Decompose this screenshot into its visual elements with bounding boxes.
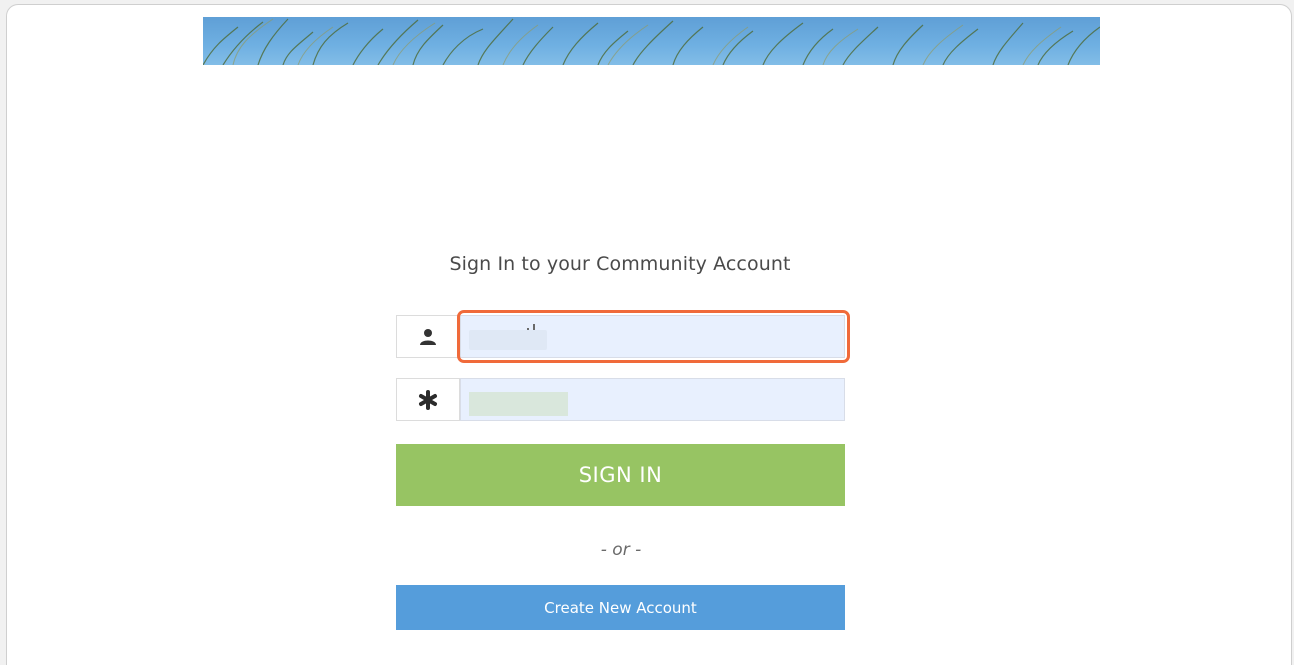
header-banner-image [203, 17, 1100, 65]
password-field[interactable] [460, 378, 845, 421]
or-divider-text: - or - [600, 540, 642, 560]
asterisk-icon [396, 378, 460, 421]
page-title: Sign In to your Community Account [449, 253, 791, 275]
create-account-button[interactable]: Create New Account [396, 585, 845, 630]
username-field[interactable] [460, 315, 845, 358]
browser-frame: Sign In to your Community Account SIGN I… [6, 4, 1292, 665]
password-input[interactable] [461, 379, 844, 420]
username-row [396, 315, 845, 358]
password-row [396, 378, 845, 421]
username-input[interactable] [461, 316, 844, 357]
sign-in-button[interactable]: SIGN IN [396, 444, 845, 506]
user-icon [396, 315, 460, 358]
